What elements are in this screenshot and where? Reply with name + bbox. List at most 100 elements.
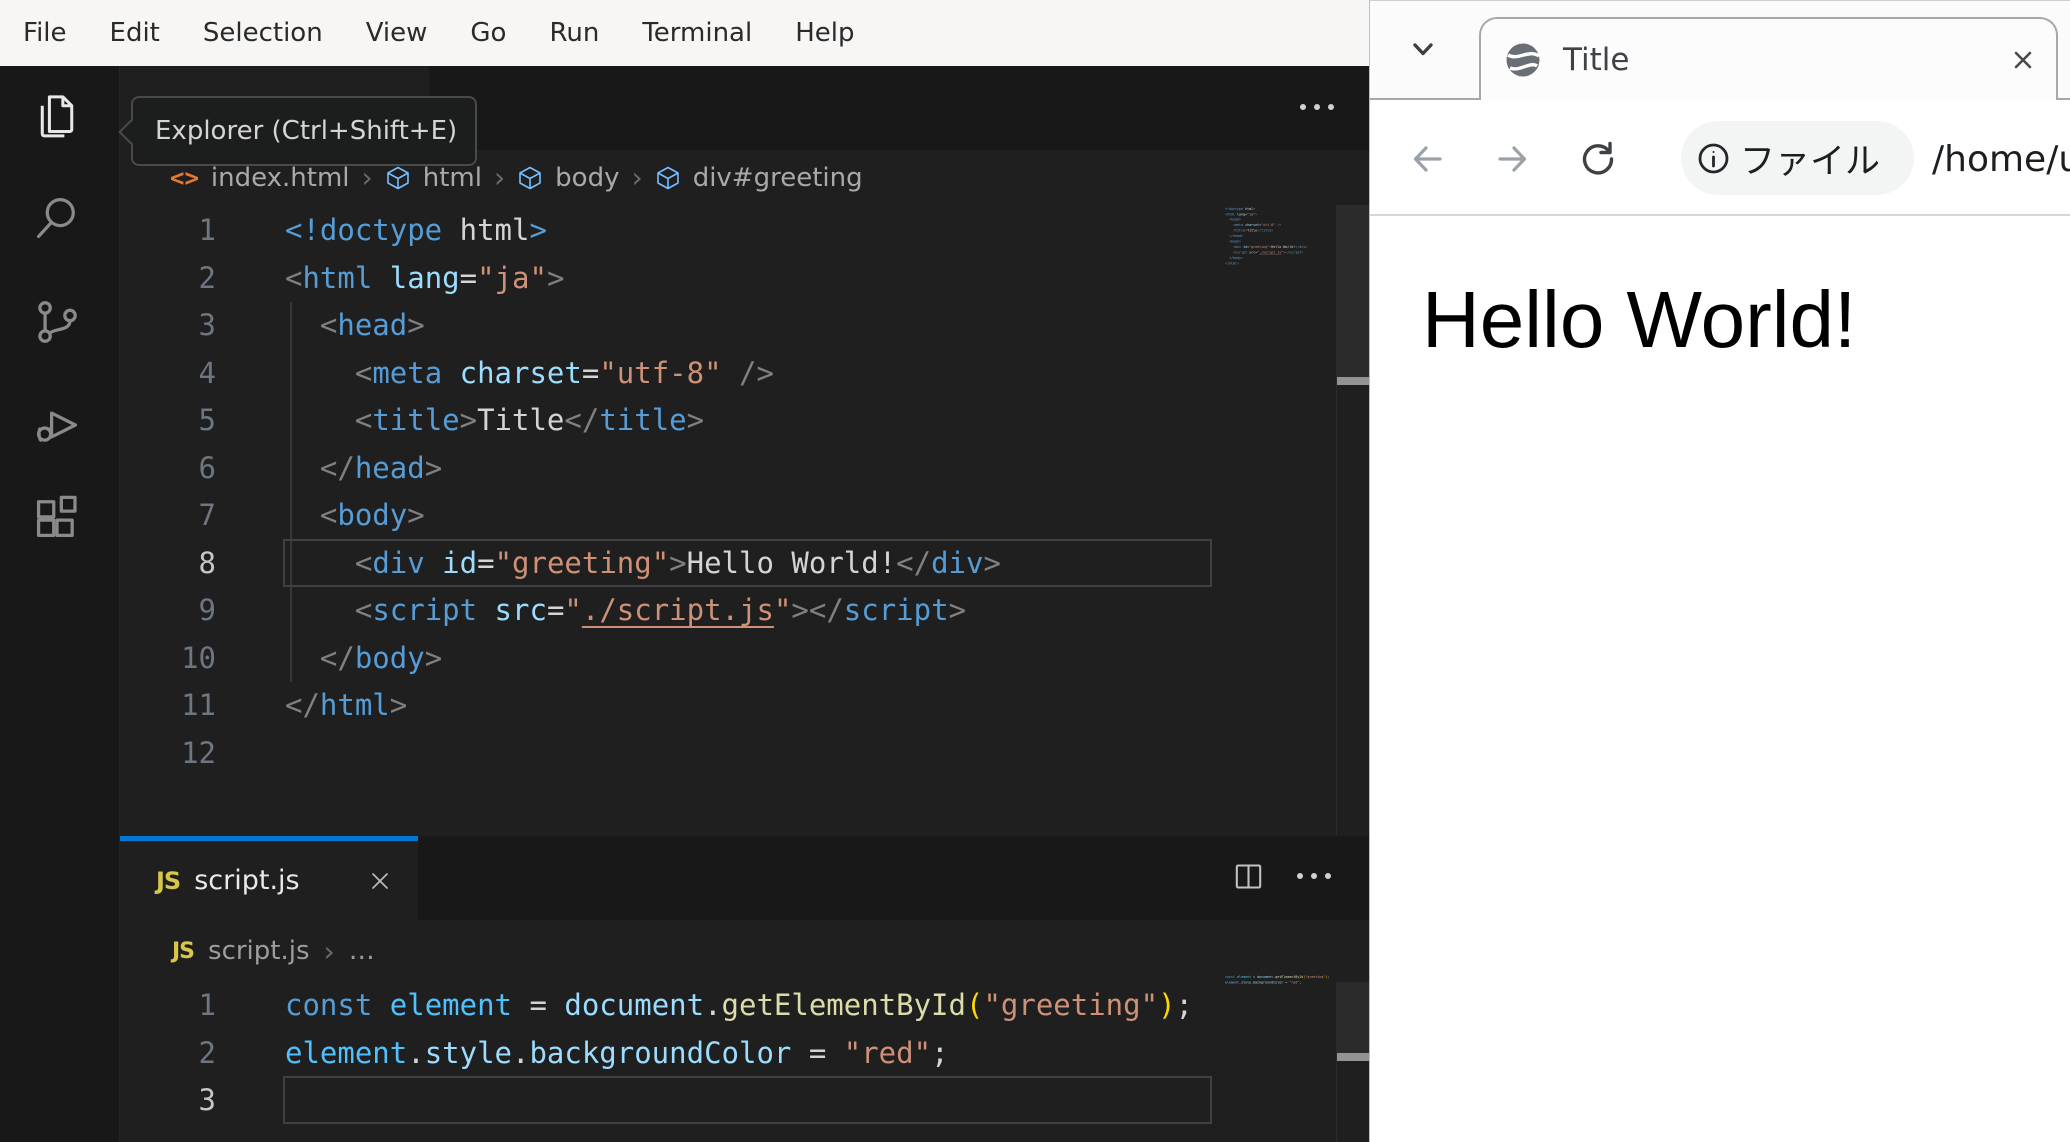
line-number: 3 — [198, 1083, 216, 1117]
js-file-icon: JS — [156, 866, 181, 895]
code-text: <script src="./script.js"></script> — [354, 593, 967, 627]
file-scheme-chip[interactable]: ファイル — [1681, 121, 1914, 195]
line-number: 5 — [198, 403, 216, 437]
code-text: </html> — [285, 688, 408, 722]
line-number: 10 — [181, 640, 216, 675]
source-control-icon[interactable] — [31, 296, 83, 348]
code-text: </html> — [1225, 261, 1240, 266]
code-text: </body> — [319, 640, 443, 675]
browser-tab[interactable]: Title — [1479, 17, 2058, 100]
tab-search-chevron-icon[interactable] — [1408, 34, 1438, 64]
cursor-overview-marker — [1337, 377, 1369, 385]
search-icon[interactable] — [31, 192, 83, 244]
browser-window: Title ファイル /home/u Hello World! — [1369, 0, 2070, 1142]
activity-bar — [0, 66, 120, 1142]
breadcrumb-html[interactable]: html — [423, 163, 482, 193]
tab-script-js[interactable]: JS script.js — [120, 836, 418, 920]
code-text: <body> — [319, 498, 425, 532]
breadcrumb-body[interactable]: body — [555, 163, 619, 193]
code-line[interactable]: 3 — [1225, 985, 1335, 990]
chip-label: ファイル — [1740, 141, 1881, 182]
menu-view[interactable]: View — [366, 18, 428, 48]
line-number: 3 — [198, 308, 216, 342]
line-number: 7 — [198, 498, 216, 532]
html-editor[interactable]: 1 <!doctype html> 2 <html lang="ja"> 3 <head… — [120, 205, 1336, 836]
scrollbar[interactable] — [1336, 982, 1369, 1142]
line-number: 12 — [181, 735, 216, 770]
explorer-icon[interactable] — [31, 91, 83, 143]
close-tab-icon[interactable] — [2010, 47, 2036, 73]
symbol-cube-icon — [517, 165, 543, 191]
code-line[interactable]: 6 </head> — [120, 445, 1336, 493]
browser-toolbar: ファイル /home/u — [1370, 102, 2070, 216]
menu-run[interactable]: Run — [549, 18, 599, 48]
run-and-debug-icon[interactable] — [31, 399, 83, 451]
line-number: 2 — [198, 260, 216, 295]
panel-actions-more-icon[interactable] — [1297, 873, 1331, 879]
line-number: 2 — [198, 1035, 216, 1070]
code-line[interactable]: 9 <script src="./script.js"></script> — [120, 587, 1336, 635]
code-line[interactable]: 1 <!doctype html> — [120, 207, 1336, 255]
minimap[interactable]: 1const element = document.getElementById… — [1225, 974, 1335, 1117]
code-line[interactable]: 3 <head> — [120, 302, 1336, 350]
code-line[interactable]: 12 — [120, 730, 1336, 778]
minimap[interactable]: 1<!doctype html>2<html lang="ja">3 <head… — [1225, 206, 1335, 776]
code-line[interactable]: 7 <body> — [120, 492, 1336, 540]
menu-file[interactable]: File — [23, 18, 67, 48]
code-line[interactable]: 2 element.style.backgroundColor = "red"; — [120, 1030, 1336, 1078]
scrollbar-thumb[interactable] — [1337, 982, 1369, 1056]
forward-button[interactable] — [1493, 102, 1531, 216]
line-number: 4 — [198, 355, 216, 390]
current-line-highlight — [283, 539, 1212, 587]
code-line[interactable]: 1 const element = document.getElementById… — [120, 982, 1336, 1030]
breadcrumb-more[interactable]: … — [349, 936, 375, 966]
extensions-icon[interactable] — [31, 492, 83, 544]
globe-icon — [1505, 42, 1541, 78]
menu-edit[interactable]: Edit — [110, 18, 160, 48]
line-number: 9 — [198, 593, 216, 627]
scrollbar-thumb[interactable] — [1337, 205, 1369, 381]
line-number: 11 — [181, 688, 216, 722]
back-button[interactable] — [1409, 102, 1447, 216]
address-bar-url[interactable]: /home/u — [1932, 102, 2070, 216]
line-number: 6 — [198, 450, 216, 485]
split-editor-icon[interactable] — [1232, 860, 1265, 893]
browser-viewport: Hello World! — [1370, 218, 2070, 1142]
breadcrumb-file[interactable]: index.html — [211, 163, 350, 193]
line-number: 1 — [198, 213, 216, 247]
symbol-cube-icon — [655, 165, 681, 191]
code-text: element.style.backgroundColor = "red"; — [1225, 980, 1302, 985]
code-text: const element = document.getElementById(… — [285, 988, 1193, 1022]
code-line[interactable]: 2 <html lang="ja"> — [120, 255, 1336, 303]
menu-go[interactable]: Go — [470, 18, 506, 48]
code-line[interactable]: 5 <title>Title</title> — [120, 397, 1336, 445]
close-tab-icon[interactable] — [368, 869, 392, 893]
code-line[interactable]: 11 </html> — [120, 682, 1336, 730]
code-text: <!doctype html> — [285, 213, 547, 247]
indent-guide — [290, 302, 292, 682]
editor-actions-more-icon[interactable] — [1300, 104, 1334, 110]
reload-button[interactable] — [1579, 102, 1617, 216]
scrollbar[interactable] — [1336, 205, 1369, 836]
html-file-icon: <> — [170, 163, 199, 192]
code-text: <meta charset="utf-8" /> — [354, 355, 774, 390]
code-line[interactable]: 12 — [1225, 266, 1335, 271]
menu-help[interactable]: Help — [795, 18, 854, 48]
browser-tab-title: Title — [1563, 41, 1630, 78]
js-file-icon: JS — [172, 938, 195, 964]
code-text: element.style.backgroundColor = "red"; — [285, 1035, 949, 1070]
code-text: <head> — [319, 308, 425, 342]
symbol-cube-icon — [385, 165, 411, 191]
chevron-right-icon: › — [631, 161, 643, 194]
greeting-text: Hello World! — [1422, 275, 1857, 364]
breadcrumb-div-greeting[interactable]: div#greeting — [693, 163, 863, 193]
breadcrumb-file[interactable]: script.js — [208, 936, 310, 966]
menu-terminal[interactable]: Terminal — [642, 18, 752, 48]
tooltip-explorer: Explorer (Ctrl+Shift+E) — [118, 96, 477, 166]
menu-selection[interactable]: Selection — [203, 18, 323, 48]
code-line[interactable]: 4 <meta charset="utf-8" /> — [120, 350, 1336, 398]
menu-bar: File Edit Selection View Go Run Terminal… — [0, 0, 1369, 66]
code-line[interactable]: 10 </body> — [120, 635, 1336, 683]
